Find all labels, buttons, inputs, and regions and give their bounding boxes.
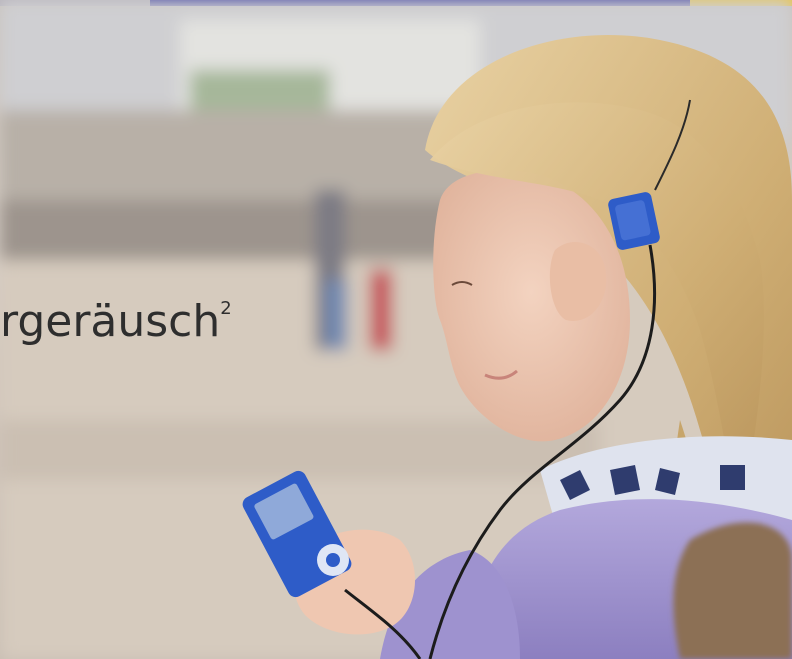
fur-trim: [673, 522, 792, 659]
caption-text: rgeräusch2: [0, 296, 232, 347]
caption-superscript: 2: [220, 298, 232, 320]
caption-main: rgeräusch: [0, 296, 221, 347]
photo-scene: rgeräusch2: [0, 0, 792, 659]
